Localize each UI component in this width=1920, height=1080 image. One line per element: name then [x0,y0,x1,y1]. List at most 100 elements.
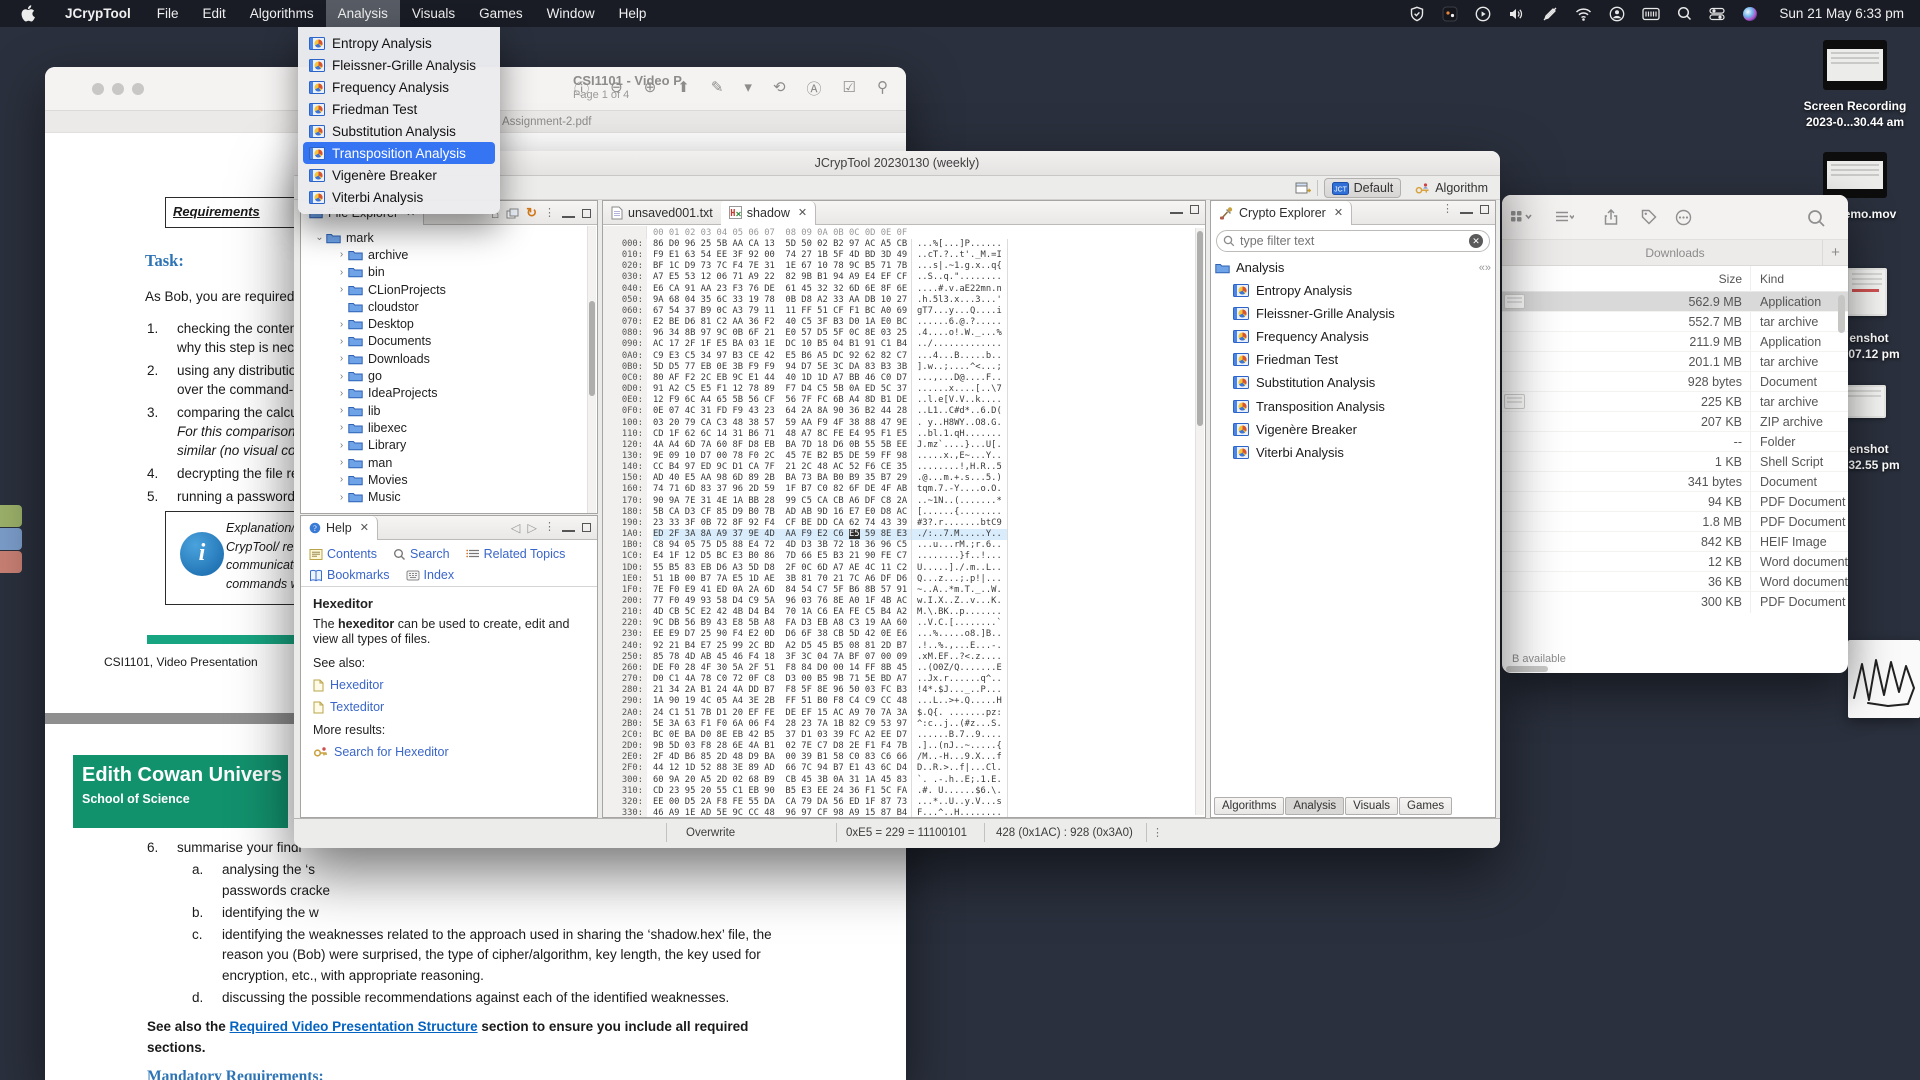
perspective-algorithm-button[interactable]: Algorithm [1407,178,1495,198]
tree-item-desktop[interactable]: ›Desktop [301,315,597,332]
hex-row[interactable]: 0C0:80 AF F2 2C EB 9C E1 44 40 1D 1D A7 … [603,373,1205,384]
minimize-icon[interactable] [562,529,575,532]
search-icon[interactable] [1807,209,1826,228]
hex-row[interactable]: 050:9A 68 04 35 6C 33 19 78 0B D8 A2 33 … [603,295,1205,306]
crypto-item-entropy-analysis[interactable]: Entropy Analysis [1215,279,1491,302]
chevron-right-icon[interactable]: › [335,267,348,278]
tree-item-go[interactable]: ›go [301,367,597,384]
collapse-all-icon[interactable]: «» [1479,262,1491,274]
chevron-right-icon[interactable]: › [335,492,348,503]
editor-tab-unsaved001-txt[interactable]: unsaved001.txt [603,201,721,225]
hex-row[interactable]: 320:EE 00 D5 2A F8 FE 55 DA CA 79 DA 56 … [603,797,1205,808]
desktop-icon-screenshot-1[interactable] [1847,268,1887,316]
desktop-icon-screen-recording-label[interactable]: Screen Recording2023-0...30.44 am [1790,98,1920,130]
hex-row[interactable]: 0E0:12 F9 6C A4 65 5B 56 CF 56 7F FC 6B … [603,395,1205,406]
hex-row[interactable]: 040:E6 CA 91 AA 23 F3 76 DE 61 45 32 32 … [603,284,1205,295]
hex-row[interactable]: 330:46 A9 1E AD 5E 9C CC 48 96 97 CF 98 … [603,808,1205,817]
chevron-right-icon[interactable]: › [335,284,348,295]
view-menu-icon[interactable]: ⋮ [544,523,555,532]
finder-column-headers[interactable]: Size Kind [1502,266,1848,292]
finder-row[interactable]: 552.7 MBtar archive [1502,312,1848,332]
hex-row[interactable]: 230:EE E9 D7 25 90 F4 E2 0D D6 6F 38 CB … [603,629,1205,640]
perspective-default-button[interactable]: JCT Default [1324,178,1402,198]
view-menu-icon[interactable]: ⋮ [1442,205,1453,214]
hex-row[interactable]: 2F0:44 12 1D 52 88 3E 89 AD 66 7C 94 B7 … [603,763,1205,774]
hex-row[interactable]: 130:9E 09 10 D7 00 78 F0 2C 45 7E B2 B5 … [603,451,1205,462]
hex-row[interactable]: 090:AC 17 2F 1F E5 BA 03 1E DC 10 B5 04 … [603,339,1205,350]
category-tab-algorithms[interactable]: Algorithms [1214,797,1284,815]
hex-row[interactable]: 0D0:91 A2 C5 E5 F1 12 78 89 F7 D4 C5 5B … [603,384,1205,395]
filter-input[interactable] [1240,234,1464,248]
share-icon[interactable] [1604,209,1618,226]
tree-item-man[interactable]: ›man [301,454,597,471]
finder-row[interactable]: 94 KBPDF Document [1502,492,1848,512]
menubar-item-jcryptool[interactable]: JCrypTool [51,0,145,27]
finder-row[interactable]: 12 KBWord document [1502,552,1848,572]
finder-row[interactable]: 562.9 MBApplication [1502,292,1848,312]
back-icon[interactable]: ◁ [511,520,521,535]
hex-row[interactable]: 070:E2 BE D6 81 C2 AA 36 F2 40 C5 3F B3 … [603,317,1205,328]
minimize-icon[interactable] [1460,211,1473,214]
refresh-icon[interactable]: ↻ [526,205,537,221]
hex-row[interactable]: 020:BF 1C D9 73 7C F4 7E 31 1E 67 10 78 … [603,261,1205,272]
close-button[interactable] [92,83,104,95]
menubar-item-edit[interactable]: Edit [191,0,238,27]
crypto-item-fleissner-grille-analysis[interactable]: Fleissner-Grille Analysis [1215,302,1491,325]
menu-item-substitution-analysis[interactable]: Substitution Analysis [303,120,495,142]
close-icon[interactable]: ✕ [360,521,369,534]
forward-icon[interactable]: ▷ [527,520,537,535]
help-nav-bookmarks[interactable]: Bookmarks [309,568,390,582]
hex-row[interactable]: 060:67 54 37 B9 0C A3 79 11 11 FF 51 CF … [603,306,1205,317]
hex-row[interactable]: 0B0:5D D5 77 EB 0E 3B F9 F9 94 D7 5E 3C … [603,362,1205,373]
desktop-swatch-blue[interactable] [0,528,22,550]
selected-byte[interactable]: E5 [849,529,860,539]
clear-filter-icon[interactable]: ✕ [1469,234,1483,248]
wifi-icon[interactable] [1575,7,1592,21]
rotate-icon[interactable]: ⟲ [773,78,786,99]
tree-root[interactable]: ⌄mark [301,229,597,246]
hex-row[interactable]: 2E0:2F 4D B6 85 2D 48 D9 BA 00 39 B1 58 … [603,752,1205,763]
apple-menu[interactable] [0,5,51,22]
more-icon[interactable] [1675,209,1692,226]
editor-tab-shadow[interactable]: shadow✕ [721,201,816,225]
menu-item-viterbi-analysis[interactable]: Viterbi Analysis [303,186,495,208]
category-tab-visuals[interactable]: Visuals [1345,797,1398,815]
desktop-swatch-red[interactable] [0,551,22,573]
zoom-button[interactable] [132,83,144,95]
hex-row[interactable]: 1A0:ED 2F 3A 8A A9 37 9E 4D AA F9 E2 C6 … [603,529,1205,540]
hex-row[interactable]: 310:CD 23 95 20 55 C1 EB 90 B5 E3 EE 24 … [603,786,1205,797]
help-link-texteditor[interactable]: Texteditor [313,700,589,714]
tree-item-archive[interactable]: ›archive [301,246,597,263]
viewlist-icon[interactable] [1554,209,1574,224]
hex-row[interactable]: 200:77 F0 49 93 58 D4 C9 5A 96 03 76 8E … [603,596,1205,607]
filter-field[interactable]: ✕ [1216,230,1490,252]
hex-row[interactable]: 2D0:9B 5D 03 F8 28 6E 4A B1 02 7E C7 D8 … [603,741,1205,752]
hex-row[interactable]: 2B0:5E 3A 63 F1 F0 6A 06 F4 28 23 7A 1B … [603,719,1205,730]
hex-row[interactable]: 150:AD 40 E5 AA 98 6D 89 2B BA 73 BA B0 … [603,473,1205,484]
spotlight-icon[interactable] [1677,6,1692,21]
chevron-right-icon[interactable]: › [335,457,348,468]
hex-row[interactable]: 1F0:7E F0 E9 41 ED 0A 2A 6D 84 54 C7 5F … [603,585,1205,596]
maximize-icon[interactable] [582,523,591,532]
pencilslash-icon[interactable] [1542,6,1558,22]
hex-row[interactable]: 1E0:51 1B 00 B7 7A E5 1D AE 3B 81 70 21 … [603,574,1205,585]
finder-row[interactable]: 341 bytesDocument [1502,472,1848,492]
search-icon[interactable]: ⚲ [877,78,888,99]
hex-row[interactable]: 100:03 20 79 CA C3 48 38 57 59 AA F9 4F … [603,418,1205,429]
finder-row[interactable]: --Folder [1502,432,1848,452]
tree-item-ideaprojects[interactable]: ›IdeaProjects [301,385,597,402]
help-nav-search[interactable]: Search [393,547,450,561]
hex-row[interactable]: 030:A7 E5 53 12 06 71 A9 22 82 9B B1 94 … [603,272,1205,283]
zoom-out-icon[interactable]: ⊖ [610,78,623,99]
analysis-category-row[interactable]: Analysis «» [1215,258,1491,277]
tree-item-music[interactable]: ›Music [301,488,597,505]
zoom-in-icon[interactable]: ⊕ [644,78,657,99]
hex-row[interactable]: 260:DE F0 28 4F 30 5A 2F 51 F8 84 D0 00 … [603,663,1205,674]
crypto-item-friedman-test[interactable]: Friedman Test [1215,348,1491,371]
hex-row[interactable]: 280:21 34 2A B1 24 4A DD B7 F8 5F 8E 96 … [603,685,1205,696]
siri-icon[interactable] [1742,6,1758,22]
category-tab-games[interactable]: Games [1399,797,1452,815]
help-nav-contents[interactable]: Contents [309,547,377,561]
finder-row[interactable]: 201.1 MBtar archive [1502,352,1848,372]
minimize-button[interactable] [112,83,124,95]
